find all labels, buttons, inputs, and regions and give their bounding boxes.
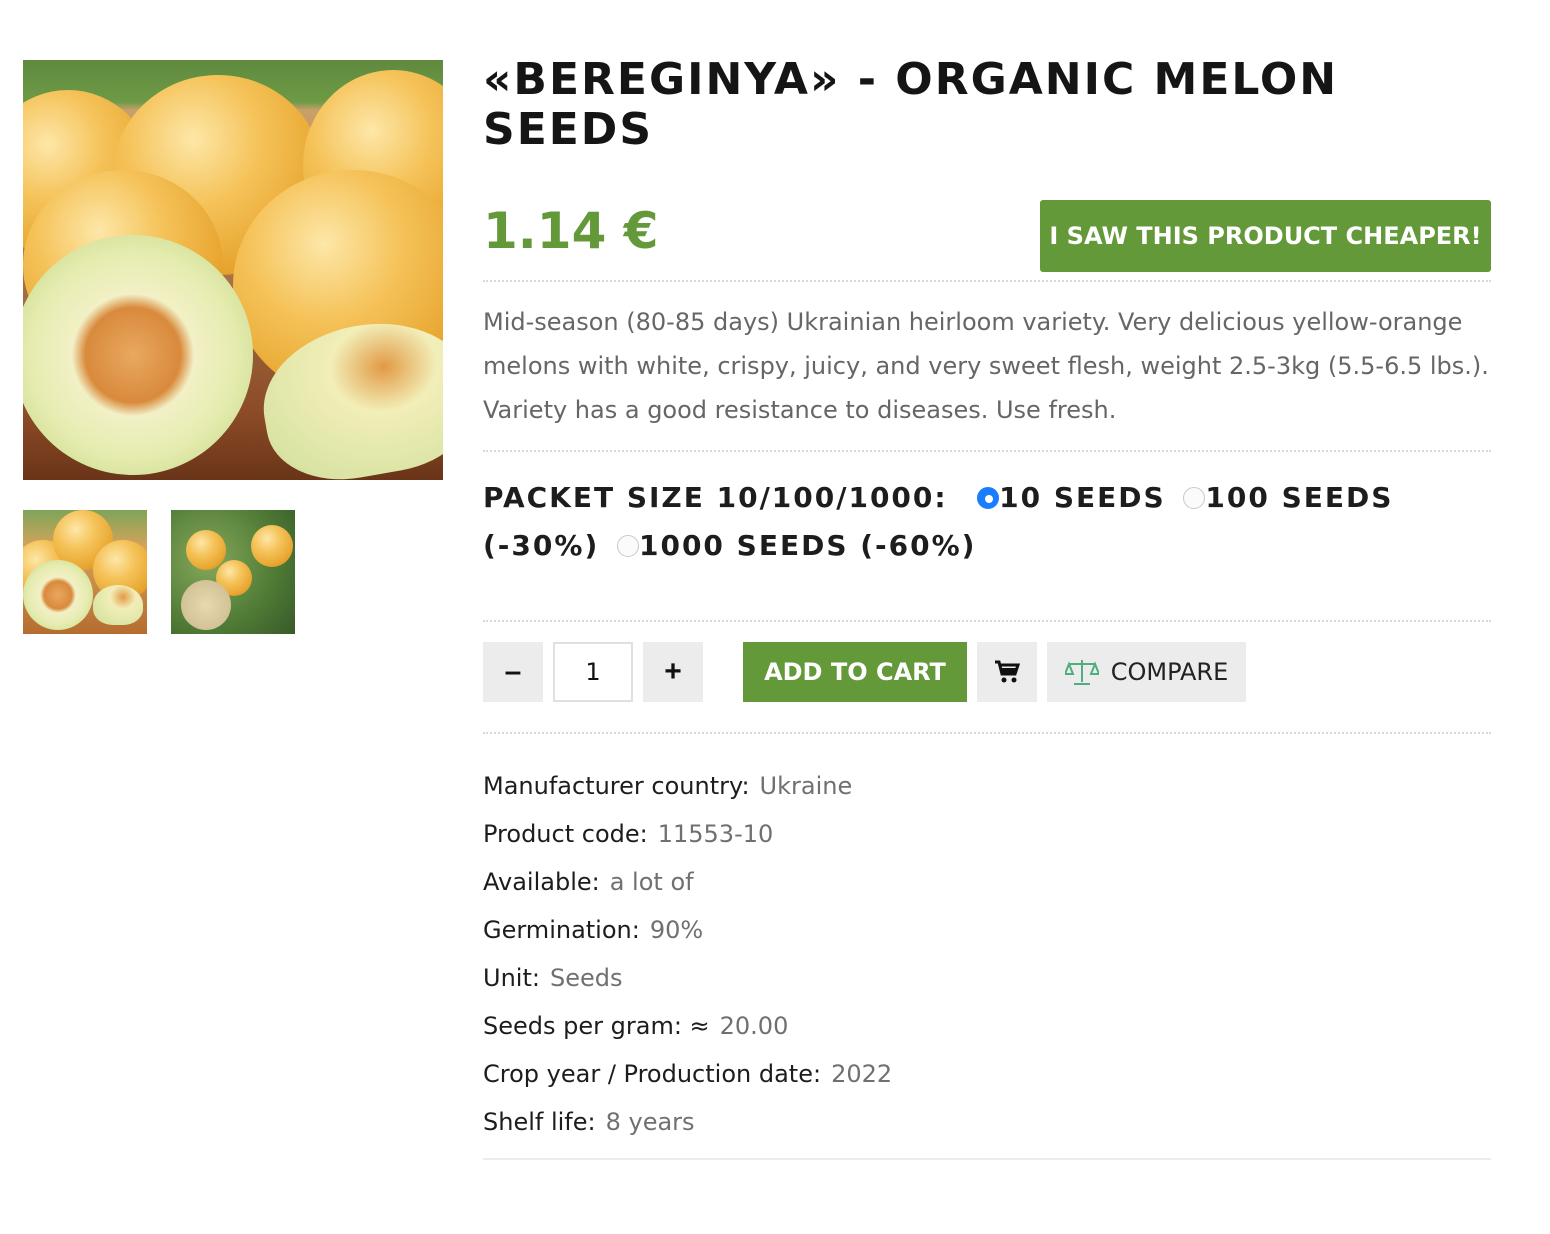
radio-1000-seeds[interactable] [616,535,639,557]
thumbnail-strip [23,510,443,634]
spec-value: 11553-10 [657,820,774,848]
melon-shape [186,530,226,570]
product-title: «BEREGINYA» - ORGANIC MELON SEEDS [483,54,1339,155]
specifications-list: Manufacturer country: Ukraine Product cod… [483,762,1491,1146]
spec-value: 2022 [831,1060,893,1088]
divider [483,280,1491,282]
spec-label: Available: [483,868,600,896]
spec-row: Manufacturer country: Ukraine [483,762,1491,810]
spec-label: Product code: [483,820,648,848]
melon-shape [181,580,231,630]
product-info: «BEREGINYA» - ORGANIC MELON SEEDS 1.14 €… [483,55,1491,1160]
spec-value: 20.00 [719,1012,789,1040]
spec-label: Shelf life: [483,1108,596,1136]
spec-row: Shelf life: 8 years [483,1098,1491,1146]
packet-size-label: PACKET SIZE 10/100/1000: [483,481,948,514]
spec-value: a lot of [609,868,694,896]
spec-row: Unit: Seeds [483,954,1491,1002]
price-row: 1.14 € I SAW THIS PRODUCT CHEAPER! [483,200,1491,280]
add-to-cart-row: – + ADD TO CART COMPARE [483,620,1491,734]
spec-row: Seeds per gram: ≈ 20.00 [483,1002,1491,1050]
spec-label: Manufacturer country: [483,772,750,800]
quick-cart-button[interactable] [977,642,1037,702]
thumbnail-2[interactable] [171,510,295,634]
divider [483,450,1491,452]
compare-button[interactable]: COMPARE [1047,642,1246,702]
spec-value: 90% [649,916,704,944]
melon-cut-half [23,235,253,475]
add-to-cart-button[interactable]: ADD TO CART [743,642,967,702]
melon-shape [251,525,293,567]
product-description: Mid-season (80-85 days) Ukrainian heirlo… [483,308,1489,424]
spec-label: Seeds per gram: ≈ [483,1012,710,1040]
spec-value: Seeds [549,964,623,992]
spec-label: Germination: [483,916,640,944]
melon-slice [93,585,143,625]
quantity-input[interactable] [553,642,633,702]
spec-row: Product code: 11553-10 [483,810,1491,858]
main-product-image[interactable] [23,60,443,480]
option-label-10-seeds[interactable]: 10 SEEDS [999,481,1166,514]
product-price: 1.14 € [483,202,659,260]
quantity-decrease-button[interactable]: – [483,642,543,702]
melon-cut-half [23,560,93,630]
spec-row: Germination: 90% [483,906,1491,954]
spec-row: Available: a lot of [483,858,1491,906]
scales-icon [1064,660,1099,685]
divider [483,1158,1491,1160]
option-label-1000-seeds[interactable]: 1000 SEEDS (-60%) [639,529,977,562]
cart-icon [995,660,1020,683]
spec-row: Crop year / Production date: 2022 [483,1050,1491,1098]
radio-100-seeds[interactable] [1183,487,1206,509]
quantity-increase-button[interactable]: + [643,642,703,702]
spec-label: Crop year / Production date: [483,1060,822,1088]
compare-label: COMPARE [1110,658,1229,686]
spec-value: Ukraine [759,772,853,800]
product-gallery [23,60,443,634]
spec-value: 8 years [605,1108,695,1136]
packet-size-options: PACKET SIZE 10/100/1000: 10 SEEDS 100 SE… [483,474,1491,570]
thumbnail-1[interactable] [23,510,147,634]
radio-10-seeds[interactable] [977,487,1000,509]
spec-label: Unit: [483,964,540,992]
saw-cheaper-button[interactable]: I SAW THIS PRODUCT CHEAPER! [1040,200,1491,272]
